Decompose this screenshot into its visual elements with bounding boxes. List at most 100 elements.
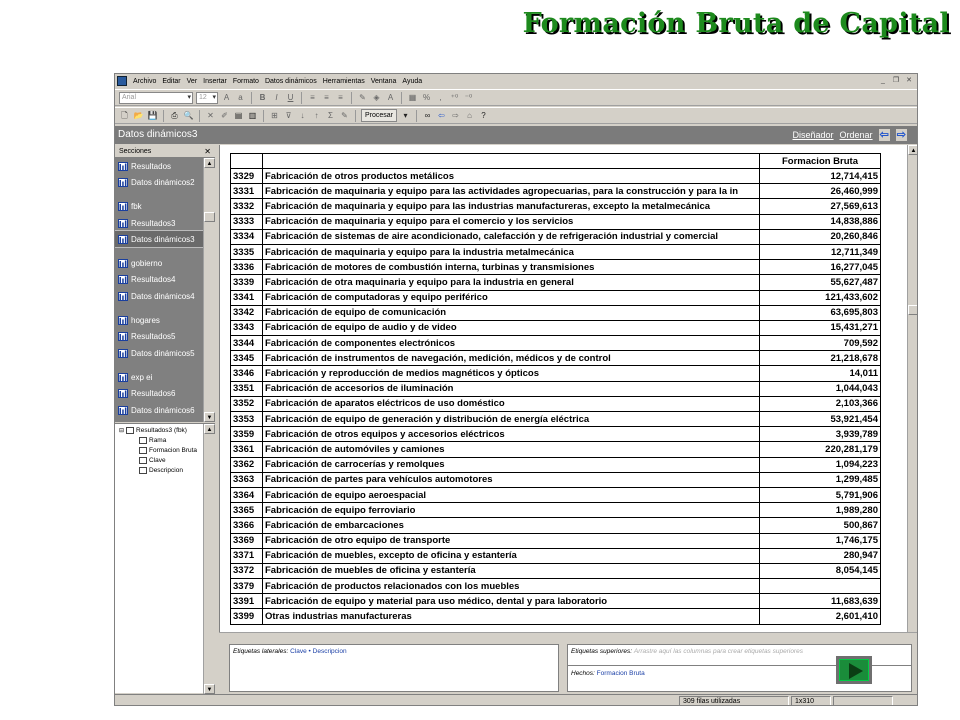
cell-code[interactable]: 3365: [230, 502, 263, 519]
cell-description[interactable]: Fabricación de otro equipo de transporte: [262, 532, 760, 549]
table-row[interactable]: 3334 Fabricación de sistemas de aire acon…: [230, 228, 881, 245]
table-row[interactable]: 3363 Fabricación de partes para vehículos…: [230, 471, 881, 488]
cell-description[interactable]: Fabricación de computadoras y equipo per…: [262, 289, 760, 306]
cell-description[interactable]: Fabricación de muebles, excepto de ofici…: [262, 547, 760, 564]
cell-code[interactable]: 3359: [230, 426, 263, 443]
align-left-icon[interactable]: ≡: [307, 92, 318, 104]
sections-item[interactable]: Resultados: [115, 158, 203, 174]
sections-item[interactable]: Datos dinámicos2: [115, 174, 203, 190]
sections-scrollbar[interactable]: ▲ ▼: [203, 158, 215, 422]
table-row[interactable]: 3362 Fabricación de carrocerías y remolqu…: [230, 456, 881, 473]
cell-description[interactable]: Fabricación de automóviles y camiones: [262, 441, 760, 458]
table-row[interactable]: 3331 Fabricación de maquinaria y equipo p…: [230, 183, 881, 200]
sections-item[interactable]: gobierno: [115, 255, 203, 271]
italic-icon[interactable]: I: [271, 92, 282, 104]
order-link[interactable]: Ordenar: [840, 126, 873, 144]
cell-description[interactable]: Fabricación de equipo y material para us…: [262, 593, 760, 610]
tree-root[interactable]: ⊟ Resultados3 (fbk): [119, 426, 187, 435]
cell-code[interactable]: 3363: [230, 471, 263, 488]
cell-value[interactable]: 15,431,271: [759, 319, 881, 337]
cell-code[interactable]: 3344: [230, 335, 263, 352]
menu-archivo[interactable]: Archivo: [130, 78, 159, 85]
delete-icon[interactable]: ✕: [205, 110, 216, 122]
print-preview-icon[interactable]: 🔍: [183, 110, 194, 122]
cell-code[interactable]: 3334: [230, 228, 263, 245]
pivot-icon[interactable]: ⊞: [269, 110, 280, 122]
comma-icon[interactable]: ,: [435, 92, 446, 104]
cell-description[interactable]: Fabricación de carrocerías y remolques: [262, 456, 760, 473]
cell-description[interactable]: Fabricación de accesorios de iluminación: [262, 380, 760, 397]
sort-ascending-icon[interactable]: ↓: [297, 110, 308, 122]
cell-description[interactable]: Fabricación de instrumentos de navegació…: [262, 350, 760, 367]
cell-value[interactable]: 27,569,613: [759, 198, 881, 215]
menu-herramientas[interactable]: Herramientas: [320, 78, 368, 85]
cell-description[interactable]: Fabricación de productos relacionados co…: [262, 578, 760, 595]
table-row[interactable]: 3365 Fabricación de equipo ferroviario 1,9…: [230, 502, 881, 519]
menu-formato[interactable]: Formato: [230, 78, 262, 85]
cell-description[interactable]: Fabricación de aparatos eléctricos de us…: [262, 395, 760, 413]
cell-value[interactable]: 21,218,678: [759, 350, 881, 367]
next-slide-button[interactable]: [836, 656, 872, 684]
sections-item[interactable]: Resultados5: [115, 329, 203, 345]
restore-icon[interactable]: ❐: [891, 76, 901, 85]
sections-item[interactable]: Datos dinámicos5: [115, 345, 203, 361]
tree-item[interactable]: Descripcion: [139, 466, 183, 475]
cell-value[interactable]: 63,695,803: [759, 304, 881, 321]
cell-value[interactable]: 11,683,639: [759, 593, 881, 610]
cell-code[interactable]: 3399: [230, 608, 263, 625]
new-file-icon[interactable]: 🗋: [119, 110, 130, 122]
menu-ayuda[interactable]: Ayuda: [399, 78, 425, 85]
procesar-button[interactable]: Procesar: [361, 109, 398, 122]
sections-item[interactable]: fbk: [115, 199, 203, 215]
table-row[interactable]: 3351 Fabricación de accesorios de ilumina…: [230, 380, 881, 397]
font-size-select[interactable]: 12: [196, 91, 218, 104]
table-row[interactable]: 3353 Fabricación de equipo de generación …: [230, 410, 881, 428]
cell-value[interactable]: 2,601,410: [759, 608, 881, 625]
close-icon[interactable]: ✕: [904, 76, 914, 85]
border-icon[interactable]: ▦: [407, 92, 418, 104]
scroll-up-icon[interactable]: ▲: [204, 158, 215, 168]
cell-description[interactable]: Fabricación de equipo aeroespacial: [262, 486, 760, 504]
help-icon[interactable]: ?: [478, 110, 489, 122]
cell-description[interactable]: Fabricación de embarcaciones: [262, 517, 760, 534]
designer-link[interactable]: Diseñador: [793, 126, 834, 144]
sections-item[interactable]: Datos dinámicos3: [115, 230, 203, 249]
align-right-icon[interactable]: ≡: [335, 92, 346, 104]
cell-value[interactable]: 12,711,349: [759, 243, 881, 261]
columns-icon[interactable]: ▥: [247, 110, 258, 122]
menu-ver[interactable]: Ver: [184, 78, 201, 85]
table-row[interactable]: 3339 Fabricación de otra maquinaria y equ…: [230, 274, 881, 291]
table-row[interactable]: 3343 Fabricación de equipo de audio y de …: [230, 319, 881, 337]
cell-code[interactable]: 3343: [230, 319, 263, 337]
cell-description[interactable]: Fabricación de equipo de audio y de vide…: [262, 319, 760, 337]
sort-descending-icon[interactable]: ↑: [311, 110, 322, 122]
scroll-up-icon[interactable]: ▲: [204, 424, 215, 434]
table-row[interactable]: 3342 Fabricación de equipo de comunicació…: [230, 304, 881, 321]
open-folder-icon[interactable]: 📂: [133, 110, 144, 122]
column-header-formacion-bruta[interactable]: Formacion Bruta: [759, 153, 881, 169]
font-color-icon[interactable]: A: [385, 92, 396, 104]
cell-code[interactable]: 3379: [230, 578, 263, 595]
side-label-clave[interactable]: Clave: [290, 648, 307, 655]
cell-code[interactable]: 3366: [230, 517, 263, 534]
cell-description[interactable]: Fabricación de motores de combustión int…: [262, 259, 760, 276]
cell-value[interactable]: 1,044,043: [759, 380, 881, 397]
menu-editar[interactable]: Editar: [159, 78, 183, 85]
sections-item[interactable]: Resultados4: [115, 272, 203, 288]
cell-description[interactable]: Fabricación de otros equipos y accesorio…: [262, 426, 760, 443]
table-row[interactable]: 3369 Fabricación de otro equipo de transp…: [230, 532, 881, 549]
cell-value[interactable]: 55,627,487: [759, 274, 881, 291]
cell-code[interactable]: 3353: [230, 410, 263, 428]
tree-item[interactable]: Clave: [139, 456, 166, 465]
tree-item[interactable]: Rama: [139, 436, 166, 445]
decrease-decimal-icon[interactable]: ⁻⁰: [463, 92, 474, 104]
cell-value[interactable]: 121,433,602: [759, 289, 881, 306]
underline-icon[interactable]: U: [285, 92, 296, 104]
grid-icon[interactable]: ▤: [233, 110, 244, 122]
font-shrink-icon[interactable]: a: [235, 92, 246, 104]
scroll-up-icon[interactable]: ▲: [908, 145, 917, 155]
sections-item[interactable]: Resultados6: [115, 386, 203, 402]
cell-value[interactable]: 14,838,886: [759, 213, 881, 230]
print-icon[interactable]: ⎙: [169, 110, 180, 122]
font-name-select[interactable]: Arial: [119, 91, 193, 104]
